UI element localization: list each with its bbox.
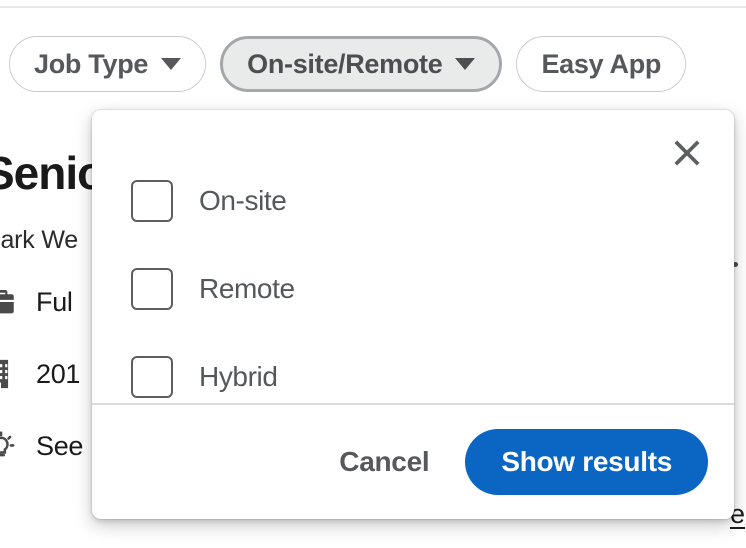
filter-pill-onsite-remote[interactable]: On-site/Remote [220,36,503,92]
option-remote[interactable]: Remote [131,245,734,333]
option-hybrid-label: Hybrid [199,361,278,392]
show-results-button[interactable]: Show results [465,428,708,495]
briefcase-icon [0,285,18,319]
checkbox-on-site[interactable] [131,180,173,222]
building-icon [0,357,18,391]
job-meta-insight-text: See [36,430,84,461]
lightbulb-icon [0,429,18,463]
filter-pill-bar: Job Type On-site/Remote Easy App [0,34,687,94]
top-divider [0,6,746,8]
filter-pill-easy-apply[interactable]: Easy App [516,36,687,92]
dropdown-footer: Cancel Show results [92,404,734,519]
filter-pill-job-type-label: Job Type [34,48,149,79]
option-remote-label: Remote [199,273,295,304]
option-on-site-label: On-site [199,185,287,216]
cancel-button[interactable]: Cancel [333,436,435,488]
filter-pill-job-type[interactable]: Job Type [9,36,207,92]
onsite-remote-option-list: On-site Remote Hybrid [92,110,734,421]
filter-pill-easy-apply-label: Easy App [541,48,662,79]
checkbox-hybrid[interactable] [131,356,173,398]
chevron-down-icon [161,58,182,70]
chevron-down-icon [455,58,476,70]
checkbox-remote[interactable] [131,268,173,310]
job-search-screen: Senio Park We Ful 201 [0,0,746,548]
job-meta-employment-type-text: Ful [36,286,73,317]
option-on-site[interactable]: On-site [131,157,734,245]
filter-pill-onsite-remote-label: On-site/Remote [247,48,443,79]
job-meta-company-size-text: 201 [36,358,81,389]
onsite-remote-dropdown: On-site Remote Hybrid Cancel Show result… [92,110,734,519]
